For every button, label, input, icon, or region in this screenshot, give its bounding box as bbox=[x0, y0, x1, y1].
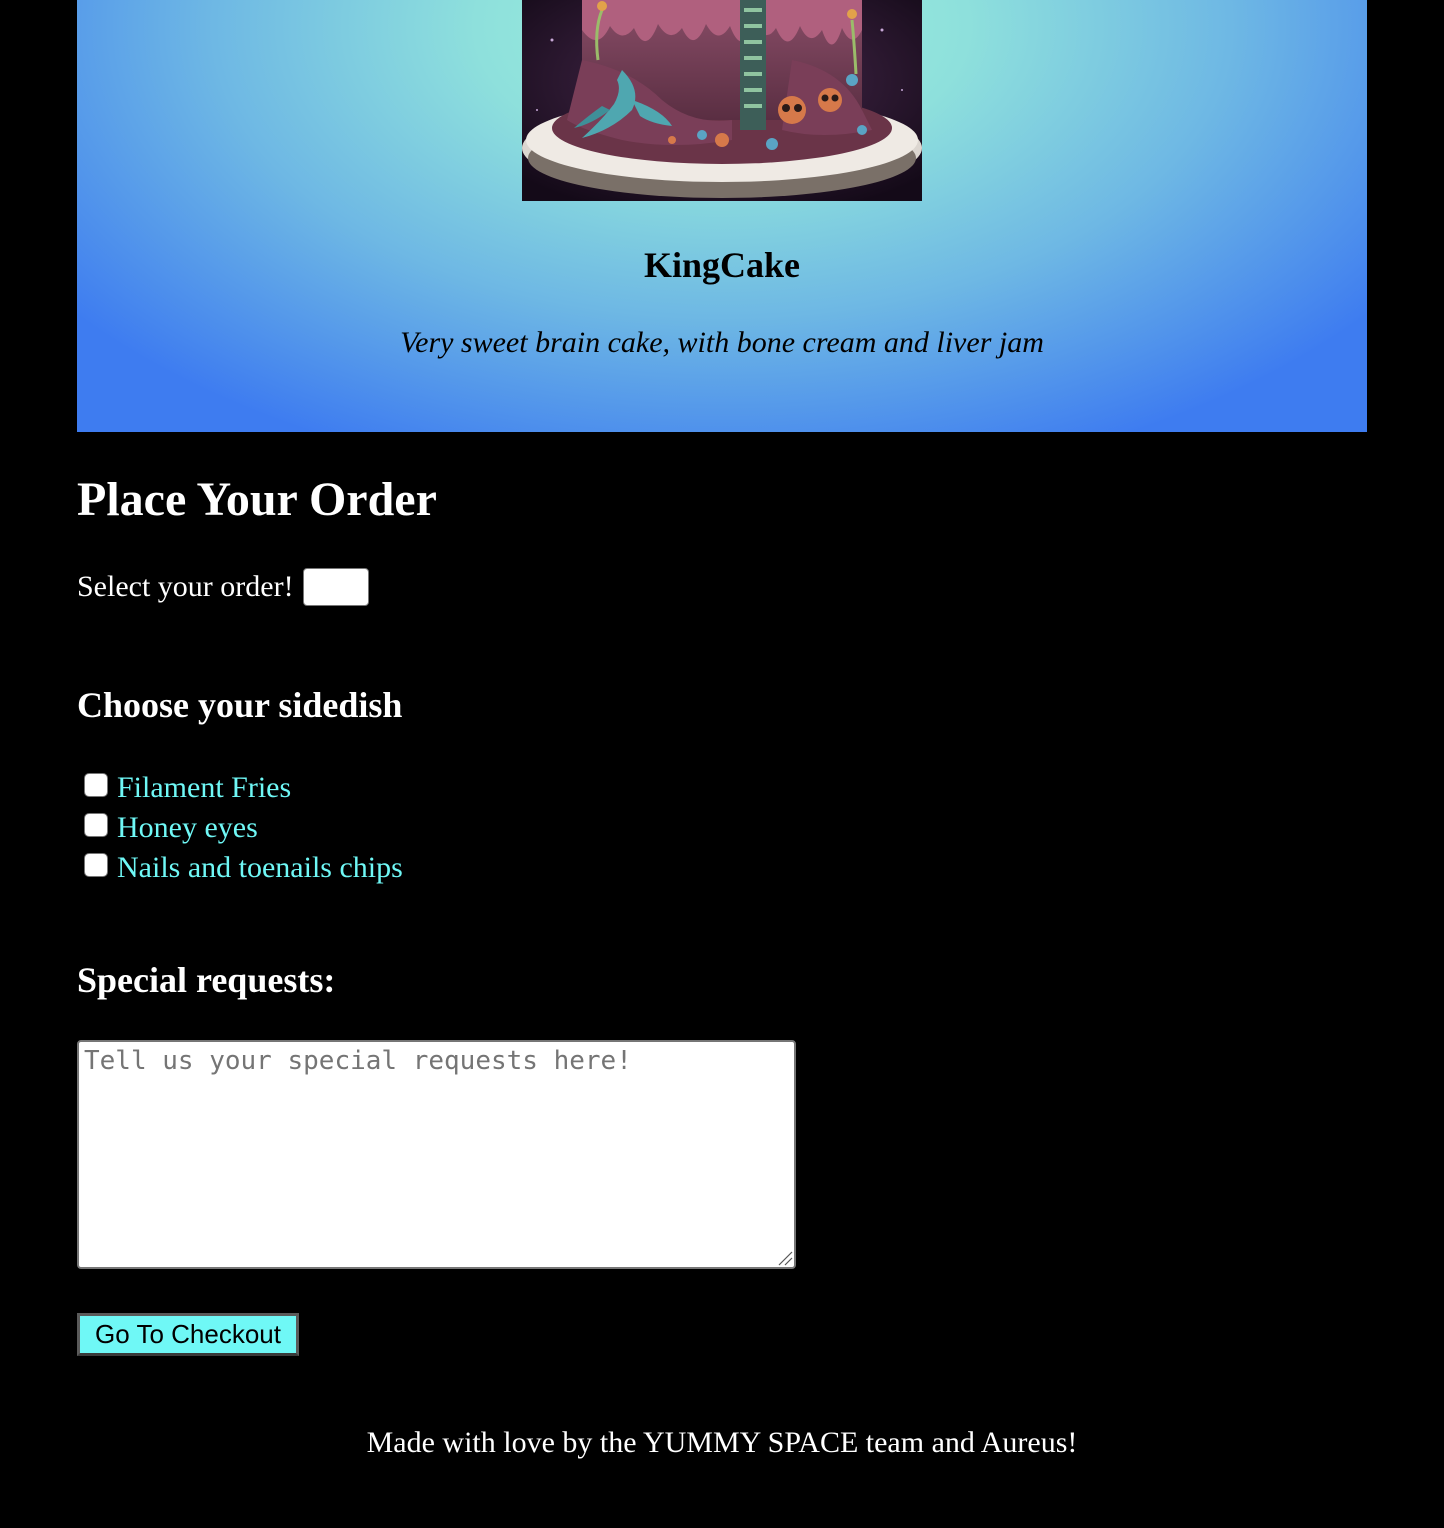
sidedish-label[interactable]: Honey eyes bbox=[117, 811, 258, 845]
sidedish-label[interactable]: Filament Fries bbox=[117, 771, 291, 805]
sidedish-checkbox-nails-chips[interactable] bbox=[84, 853, 108, 877]
checkout-button[interactable]: Go To Checkout bbox=[77, 1313, 299, 1356]
sidedish-checkbox-filament-fries[interactable] bbox=[84, 773, 108, 797]
order-select[interactable] bbox=[302, 568, 369, 606]
page-title: Place Your Order bbox=[77, 473, 437, 526]
order-select-label: Select your order! bbox=[77, 570, 294, 603]
cake-image bbox=[522, 0, 922, 201]
product-name: KingCake bbox=[643, 245, 801, 285]
sidedish-item[interactable]: Filament Fries bbox=[84, 768, 403, 808]
sidedish-label[interactable]: Nails and toenails chips bbox=[117, 851, 403, 885]
sidedish-checkbox-honey-eyes[interactable] bbox=[84, 813, 108, 837]
sidedish-list: Filament Fries Honey eyes Nails and toen… bbox=[84, 768, 403, 888]
footer-credits: Made with love by the YUMMY SPACE team a… bbox=[366, 1426, 1078, 1459]
product-hero: KingCake Very sweet brain cake, with bon… bbox=[77, 0, 1367, 432]
cake-illustration bbox=[522, 0, 922, 201]
order-select-row: Select your order! bbox=[77, 566, 369, 608]
sidedish-item[interactable]: Nails and toenails chips bbox=[84, 848, 403, 888]
sidedish-heading: Choose your sidedish bbox=[77, 685, 403, 725]
product-description: Very sweet brain cake, with bone cream a… bbox=[400, 326, 1044, 359]
special-requests-heading: Special requests: bbox=[77, 960, 336, 1000]
sidedish-item[interactable]: Honey eyes bbox=[84, 808, 403, 848]
special-requests-textarea[interactable]: Tell us your special requests here! bbox=[77, 1040, 796, 1269]
resize-grip-icon[interactable] bbox=[777, 1250, 793, 1266]
special-requests-placeholder: Tell us your special requests here! bbox=[84, 1046, 632, 1076]
